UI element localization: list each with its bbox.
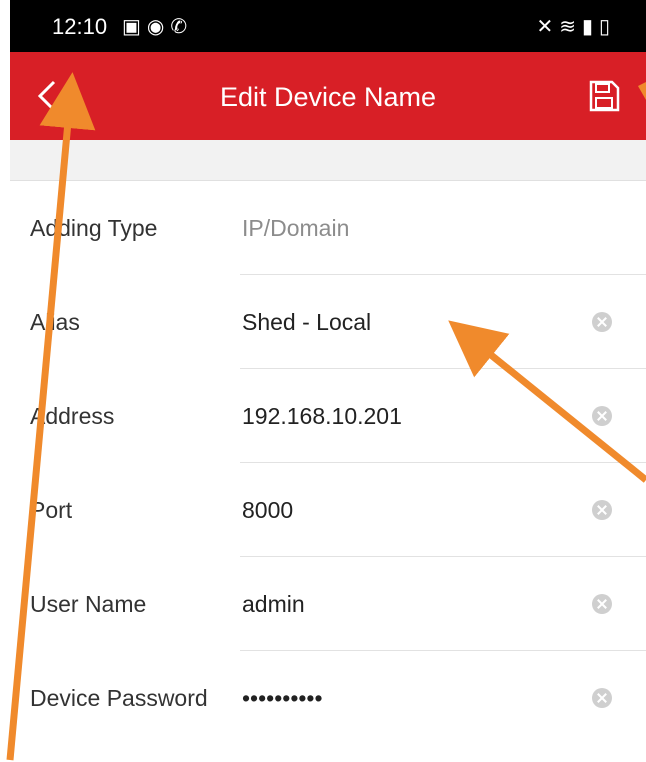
app-bar: Edit Device Name xyxy=(10,52,646,140)
section-spacer xyxy=(10,140,646,181)
adding-type-value[interactable]: IP/Domain xyxy=(242,181,349,275)
battery-icon: ▯ xyxy=(598,16,616,38)
save-button[interactable] xyxy=(586,78,622,114)
user-name-input[interactable]: admin xyxy=(242,557,305,651)
page-title: Edit Device Name xyxy=(219,82,437,112)
wifi-icon: ≋ xyxy=(559,16,582,38)
wifi-call-icon: ✆ xyxy=(170,16,194,38)
clear-alias-icon[interactable] xyxy=(592,312,612,332)
status-bar: 12:10 ▣◉✆ ✕≋▮▯ xyxy=(10,0,646,52)
user-name-label: User Name xyxy=(30,591,147,617)
form-row-alias: Alias Shed - Local xyxy=(10,275,646,369)
status-time: 12:10 xyxy=(52,14,108,39)
clear-password-icon[interactable] xyxy=(592,688,612,708)
address-input[interactable]: 192.168.10.201 xyxy=(242,369,402,463)
status-left-icons: ▣◉✆ xyxy=(122,14,193,39)
alias-label: Alias xyxy=(30,309,80,335)
gallery-icon: ▣ xyxy=(122,16,147,38)
adding-type-label: Adding Type xyxy=(30,215,158,241)
device-password-label: Device Password xyxy=(30,685,208,711)
form-row-adding-type: Adding Type IP/Domain xyxy=(10,181,646,275)
device-password-input[interactable]: •••••••••• xyxy=(242,651,323,745)
device-form: Adding Type IP/Domain Alias Shed - Local… xyxy=(10,181,646,745)
alias-input[interactable]: Shed - Local xyxy=(242,275,371,369)
form-row-port: Port 8000 xyxy=(10,463,646,557)
clear-user-name-icon[interactable] xyxy=(592,594,612,614)
clear-port-icon[interactable] xyxy=(592,500,612,520)
form-row-device-password: Device Password •••••••••• xyxy=(10,651,646,745)
clear-address-icon[interactable] xyxy=(592,406,612,426)
port-input[interactable]: 8000 xyxy=(242,463,293,557)
port-label: Port xyxy=(30,497,73,523)
save-icon xyxy=(589,80,620,112)
address-label: Address xyxy=(30,403,115,429)
mute-icon: ✕ xyxy=(536,16,560,38)
status-right-icons: ✕≋▮▯ xyxy=(536,14,616,39)
messenger-icon: ◉ xyxy=(146,16,171,38)
form-row-address: Address 192.168.10.201 xyxy=(10,369,646,463)
signal-icon: ▮ xyxy=(581,16,599,38)
form-row-user-name: User Name admin xyxy=(10,557,646,651)
